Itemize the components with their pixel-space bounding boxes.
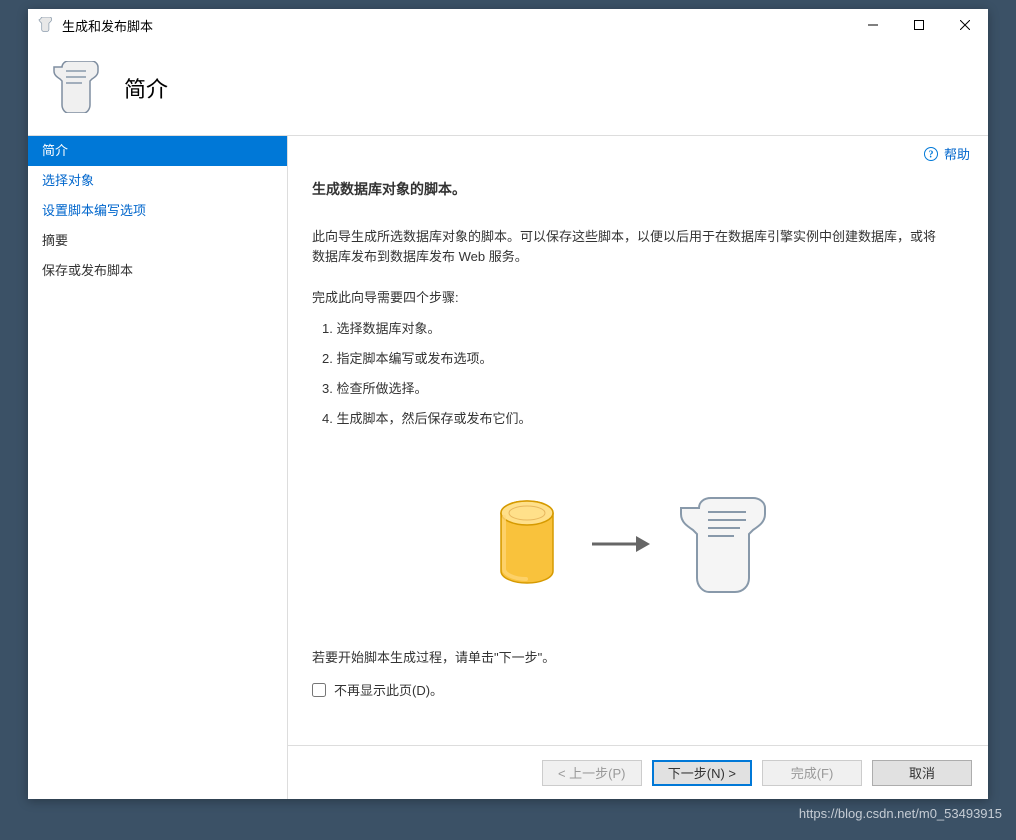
app-icon (38, 17, 54, 33)
content-area: 生成数据库对象的脚本。 此向导生成所选数据库对象的脚本。可以保存这些脚本，以便以… (288, 171, 988, 745)
script-file-icon (678, 494, 768, 597)
help-link[interactable]: 帮助 (944, 144, 970, 163)
content-paragraph: 此向导生成所选数据库对象的脚本。可以保存这些脚本，以便以后用于在数据库引擎实例中… (312, 227, 948, 267)
close-button[interactable] (942, 9, 988, 41)
sidebar-item-intro[interactable]: 简介 (28, 136, 287, 166)
start-instruction: 若要开始脚本生成过程，请单击"下一步"。 (312, 647, 948, 666)
sidebar: 简介 选择对象 设置脚本编写选项 摘要 保存或发布脚本 (28, 136, 288, 799)
sidebar-item-select-objects[interactable]: 选择对象 (28, 166, 287, 196)
dont-show-checkbox-row[interactable]: 不再显示此页(D)。 (312, 680, 948, 699)
help-icon: ? (924, 147, 938, 161)
sidebar-item-script-options[interactable]: 设置脚本编写选项 (28, 196, 287, 226)
window-title: 生成和发布脚本 (62, 16, 850, 35)
wizard-body: 简介 选择对象 设置脚本编写选项 摘要 保存或发布脚本 ? 帮助 生成数据库对象… (28, 136, 988, 799)
help-row: ? 帮助 (288, 136, 988, 171)
maximize-button[interactable] (896, 9, 942, 41)
minimize-button[interactable] (850, 9, 896, 41)
sidebar-item-label: 摘要 (42, 233, 68, 248)
step-item: 4. 生成脚本，然后保存或发布它们。 (312, 404, 948, 434)
step-item: 1. 选择数据库对象。 (312, 314, 948, 344)
sidebar-item-summary[interactable]: 摘要 (28, 226, 287, 256)
sidebar-item-label: 保存或发布脚本 (42, 263, 133, 278)
sidebar-item-label: 选择对象 (42, 173, 94, 188)
dont-show-checkbox[interactable] (312, 683, 326, 697)
window-controls (850, 9, 988, 41)
step-item: 2. 指定脚本编写或发布选项。 (312, 344, 948, 374)
sidebar-item-save-publish[interactable]: 保存或发布脚本 (28, 256, 287, 286)
wizard-footer: < 上一步(P) 下一步(N) > 完成(F) 取消 (288, 745, 988, 799)
database-icon (492, 499, 562, 592)
next-button[interactable]: 下一步(N) > (652, 760, 752, 786)
svg-text:?: ? (928, 149, 933, 160)
wizard-header: 简介 (28, 41, 988, 136)
steps-intro: 完成此向导需要四个步骤: (312, 287, 948, 306)
prev-button[interactable]: < 上一步(P) (542, 760, 642, 786)
checkbox-label: 不再显示此页(D)。 (334, 680, 443, 699)
watermark: https://blog.csdn.net/m0_53493915 (799, 806, 1002, 821)
cancel-button[interactable]: 取消 (872, 760, 972, 786)
content-heading: 生成数据库对象的脚本。 (312, 179, 948, 199)
sidebar-item-label: 简介 (42, 143, 68, 158)
dialog-window: 生成和发布脚本 简介 简介 选择对象 设 (28, 9, 988, 799)
script-icon (52, 61, 100, 116)
illustration (312, 494, 948, 597)
finish-button[interactable]: 完成(F) (762, 760, 862, 786)
steps-list: 1. 选择数据库对象。 2. 指定脚本编写或发布选项。 3. 检查所做选择。 4… (312, 314, 948, 434)
titlebar: 生成和发布脚本 (28, 9, 988, 41)
arrow-right-icon (590, 532, 650, 559)
sidebar-item-label: 设置脚本编写选项 (42, 203, 146, 218)
main-panel: ? 帮助 生成数据库对象的脚本。 此向导生成所选数据库对象的脚本。可以保存这些脚… (288, 136, 988, 799)
page-title: 简介 (124, 72, 168, 104)
step-item: 3. 检查所做选择。 (312, 374, 948, 404)
